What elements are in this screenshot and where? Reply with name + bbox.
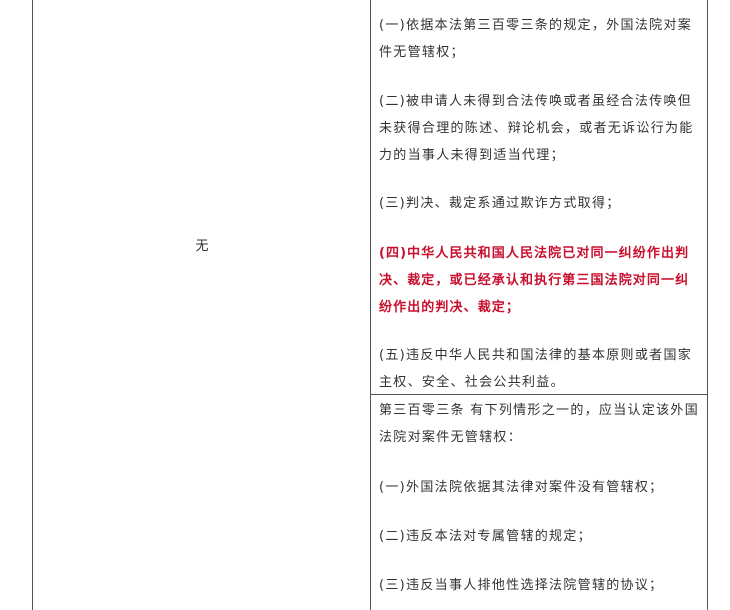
- clause-4-highlighted: (四)中华人民共和国人民法院已对同一纠纷作出判决、裁定，或已经承认和执行第三国法…: [379, 246, 690, 315]
- article-303-item-3: (三)违反当事人排他性选择法院管辖的协议；: [379, 578, 664, 593]
- left-cell-text: 无: [195, 239, 209, 254]
- article-303-item-1: (一)外国法院依据其法律对案件没有管辖权；: [379, 480, 664, 495]
- right-cell-lower: 第三百零三条 有下列情形之一的，应当认定该外国法院对案件无管辖权： (一)外国法…: [371, 395, 707, 610]
- comparison-table: 无 (一)依据本法第三百零三条的规定，外国法院对案件无管辖权； (二)被申请人未…: [32, 0, 708, 610]
- left-cell: 无: [33, 0, 371, 610]
- clause-3: (三)判决、裁定系通过欺诈方式取得；: [379, 196, 621, 211]
- clause-1: (一)依据本法第三百零三条的规定，外国法院对案件无管辖权；: [379, 18, 693, 60]
- clause-5: (五)违反中华人民共和国法律的基本原则或者国家主权、安全、社会公共利益。: [379, 348, 693, 390]
- right-cell-upper: (一)依据本法第三百零三条的规定，外国法院对案件无管辖权； (二)被申请人未得到…: [371, 0, 707, 395]
- article-303-item-2: (二)违反本法对专属管辖的规定；: [379, 529, 592, 544]
- article-303-heading: 第三百零三条 有下列情形之一的，应当认定该外国法院对案件无管辖权：: [379, 403, 700, 445]
- clause-2: (二)被申请人未得到合法传唤或者虽经合法传唤但未获得合理的陈述、辩论机会，或者无…: [379, 94, 694, 163]
